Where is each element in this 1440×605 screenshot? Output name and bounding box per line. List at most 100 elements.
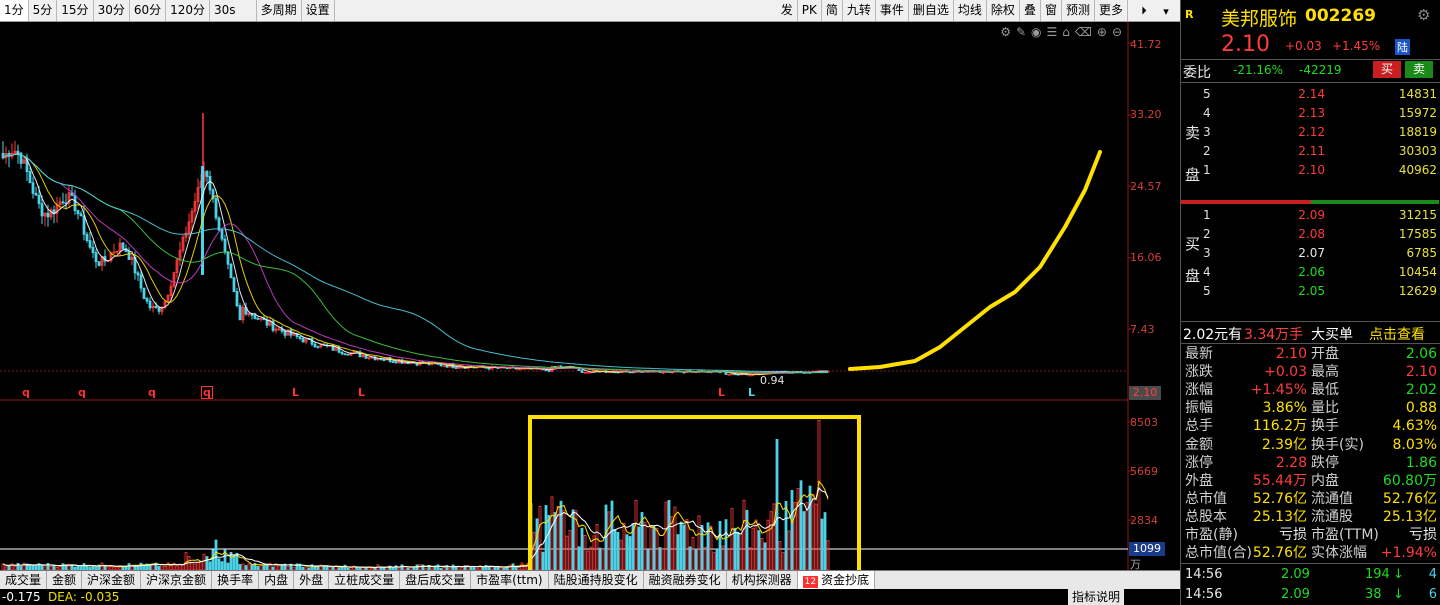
chart-action-tab[interactable]: 叠 (1020, 0, 1041, 21)
candle-body (217, 217, 221, 231)
candle-body (223, 238, 227, 253)
bids-row[interactable]: 2 2.08 17585 (1181, 225, 1439, 244)
stat-key: 最低 (1311, 382, 1339, 399)
chart-action-tab[interactable]: 发 (777, 0, 798, 21)
chart-action-tab[interactable]: 事件 (876, 0, 909, 21)
quote-panel: R 美邦服饰 002269 ⚙ 2.10 +0.03 +1.45% 陆 委比 -… (1180, 0, 1440, 605)
volume-bar (811, 493, 815, 571)
bids-row[interactable]: 4 2.06 10454 (1181, 263, 1439, 282)
period-tab[interactable]: 120分 (166, 0, 211, 21)
buy-button[interactable]: 买 (1373, 61, 1401, 78)
toolbar-icons: ⏵ ▾ (1134, 0, 1176, 22)
bids-row[interactable]: 3 2.07 6785 (1181, 244, 1439, 263)
indicator-tab[interactable]: 换手率 (212, 571, 260, 589)
indicator-tab[interactable]: 沪深金额 (82, 571, 142, 589)
kline-chart[interactable]: ⚙ ✎ ◉ ☰ ⌂ ⌫ ⊕ ⊖ 41.72 33.20 24.57 16.06 7.43 2.… (0, 22, 1180, 578)
drawing-tool-icon[interactable]: ⌫ (1075, 25, 1092, 39)
asks-row[interactable]: 4 2.13 15972 (1181, 104, 1439, 123)
period-tab[interactable]: 15分 (57, 0, 94, 21)
big-order-label: 大买单 (1311, 327, 1353, 343)
period-tab[interactable]: 1分 (0, 0, 29, 21)
chart-action-tab[interactable]: 均线 (954, 0, 987, 21)
chart-action-tab[interactable]: 删自选 (909, 0, 954, 21)
indicator-tab[interactable]: 融资融券变化 (644, 571, 727, 589)
indicator-tab[interactable]: 外盘 (294, 571, 330, 589)
order-volume: 31215 (1398, 208, 1437, 222)
indicator-tab[interactable]: 陆股通持股变化 (549, 571, 644, 589)
indicator-badge: 12 (802, 576, 819, 588)
candle-body (316, 346, 320, 349)
drawing-tool-icon[interactable]: ⌂ (1062, 25, 1070, 39)
macd-value: -0.175 (2, 590, 41, 604)
candle-body (343, 353, 347, 356)
drawing-tool-icon[interactable]: ☰ (1047, 25, 1058, 39)
hk-connect-tag: 陆 (1395, 39, 1410, 55)
sell-button[interactable]: 卖 (1405, 61, 1433, 78)
period-tab[interactable]: 设置 (302, 0, 335, 21)
volume-bar (589, 546, 593, 571)
indicator-tab-label: 沪深金额 (87, 573, 136, 587)
stat-row: 涨跌 +0.03 最高 2.10 (1181, 363, 1439, 381)
bids-row[interactable]: 1 2.09 31215 (1181, 206, 1439, 225)
chart-action-tab[interactable]: 预测 (1062, 0, 1095, 21)
volume-bar (592, 535, 596, 571)
asks-row[interactable]: 1 2.10 40962 (1181, 161, 1439, 180)
volume-bar (541, 551, 545, 571)
volume-bar (712, 552, 716, 571)
period-tab[interactable]: 60分 (130, 0, 167, 21)
price-tick: 33.20 (1130, 108, 1162, 121)
volume-bar (547, 515, 551, 571)
bids-row[interactable]: 5 2.05 12629 (1181, 282, 1439, 301)
order-price: 2.05 (1298, 284, 1325, 298)
indicator-tab[interactable]: 12 资金抄底 (797, 571, 876, 589)
volume-bar (757, 530, 761, 571)
chart-action-tab[interactable]: 更多 (1095, 0, 1128, 21)
indicator-tab[interactable]: 市盈率(ttm) (471, 571, 549, 589)
drawing-tool-icon[interactable]: ⚙ (1000, 25, 1011, 39)
drawing-tool-icon[interactable]: ⊖ (1112, 25, 1122, 39)
asks-row[interactable]: 5 2.14 14831 (1181, 85, 1439, 104)
price-tick: 16.06 (1130, 251, 1162, 264)
indicator-tab[interactable]: 立桩成交量 (329, 571, 401, 589)
volume-bar (739, 533, 743, 571)
weibi-label: 委比 (1183, 65, 1211, 81)
chart-action-tab[interactable]: 除权 (987, 0, 1020, 21)
order-level: 5 (1203, 284, 1211, 298)
expand-icon[interactable]: ⏵ (1134, 4, 1154, 18)
period-tab[interactable]: 多周期 (257, 0, 302, 21)
volume-bar (784, 500, 788, 571)
drawing-tool-icon[interactable]: ◉ (1031, 25, 1041, 39)
drawing-tool-icon[interactable]: ✎ (1016, 25, 1026, 39)
order-volume: 12629 (1398, 284, 1437, 298)
asks-row[interactable]: 2 2.11 30303 (1181, 142, 1439, 161)
indicator-tab[interactable]: 机构探测器 (727, 571, 798, 589)
chevron-down-icon[interactable]: ▾ (1156, 5, 1176, 18)
chart-action-tab[interactable]: PK (798, 0, 822, 21)
stat-value: 55.44万 (1252, 472, 1307, 489)
indicator-tab[interactable]: 内盘 (259, 571, 295, 589)
tick-dir-icon: ↓ (1393, 567, 1404, 582)
settings-icon[interactable]: ⚙ (1417, 6, 1430, 24)
asks-row[interactable]: 3 2.12 18819 (1181, 123, 1439, 142)
candle-body (313, 343, 317, 348)
signal-mark: q (148, 386, 156, 399)
chart-action-tab[interactable]: 九转 (843, 0, 876, 21)
chart-action-tab[interactable]: 简 (822, 0, 843, 21)
volume-bar (628, 536, 632, 571)
volume-bar (727, 548, 731, 571)
period-tab[interactable]: 30s (210, 0, 257, 21)
indicator-tab[interactable]: 沪深京金额 (141, 571, 213, 589)
bid-bar (1311, 200, 1439, 204)
period-tab[interactable]: 30分 (94, 0, 130, 21)
chart-action-tab[interactable]: 窗 (1041, 0, 1062, 21)
big-order-link[interactable]: 点击查看 (1369, 324, 1425, 344)
drawing-tool-icon[interactable]: ⊕ (1097, 25, 1107, 39)
period-tab[interactable]: 5分 (29, 0, 58, 21)
indicator-tab[interactable]: 盘后成交量 (400, 571, 472, 589)
volume-bar (532, 531, 536, 571)
moving-average-line (2, 153, 829, 374)
indicator-tab[interactable]: 成交量 (0, 571, 48, 589)
tick-price: 2.09 (1281, 567, 1310, 582)
indicator-tab[interactable]: 金额 (47, 571, 83, 589)
indicator-help-button[interactable]: 指标说明 (1068, 589, 1125, 605)
